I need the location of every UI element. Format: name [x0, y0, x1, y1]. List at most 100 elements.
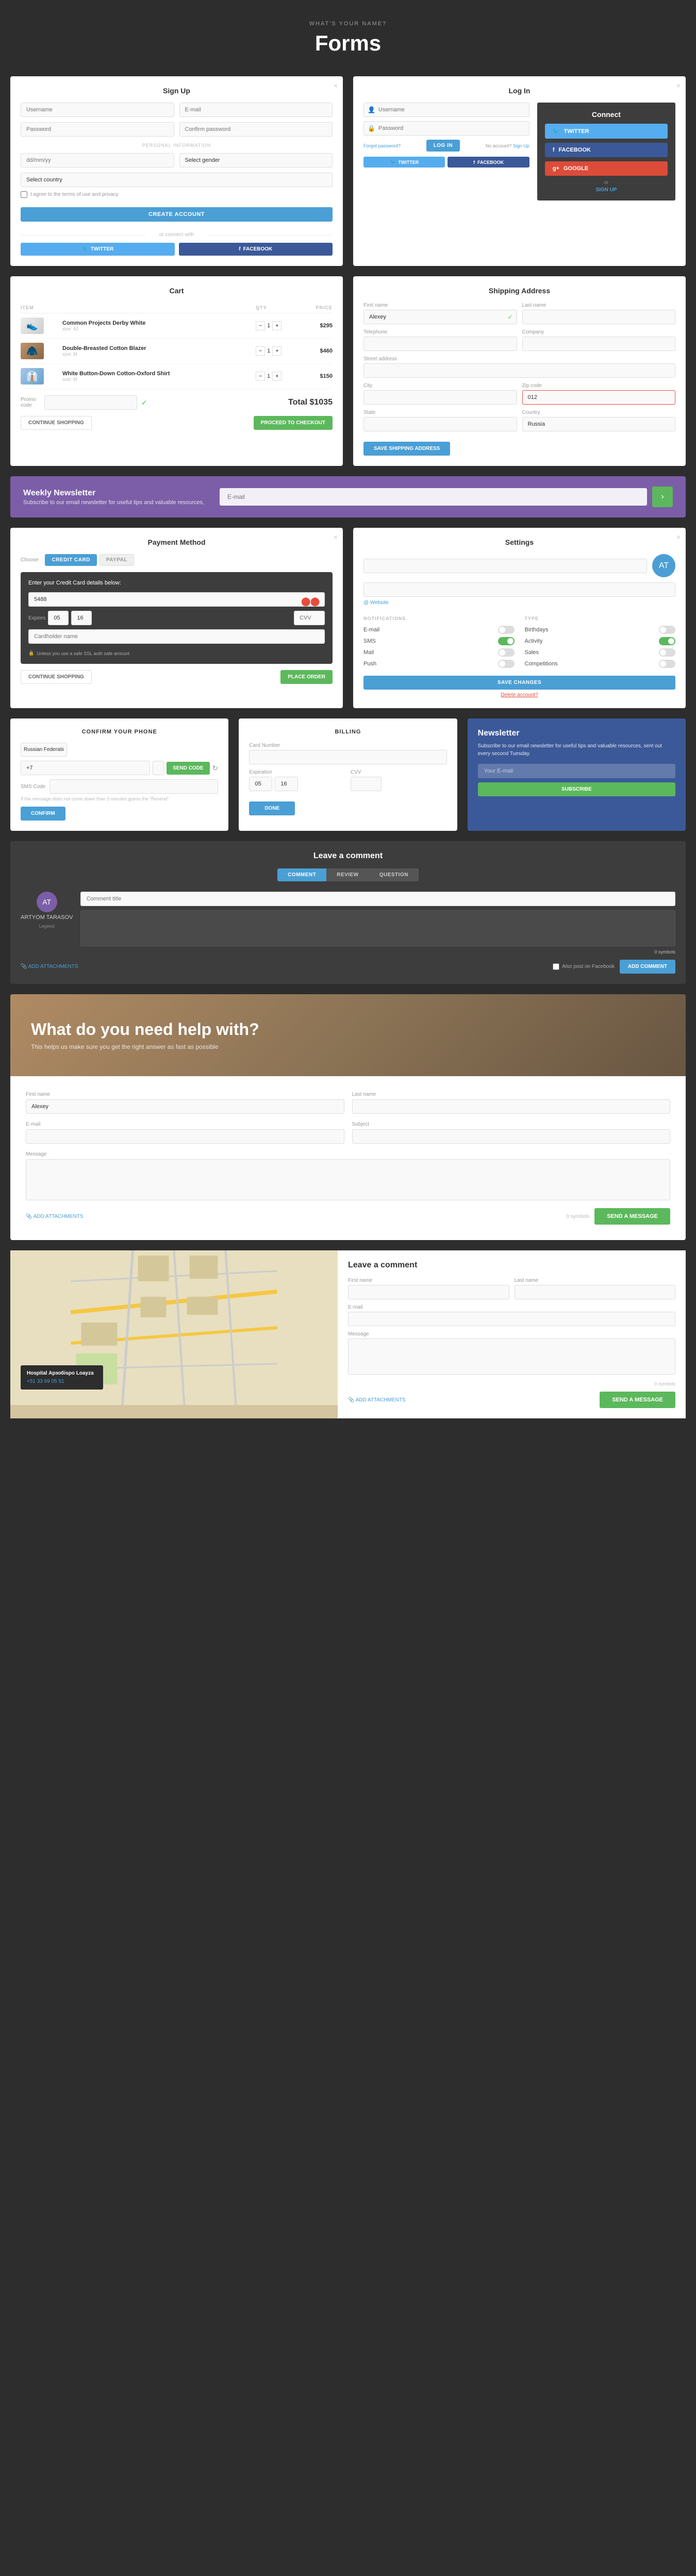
signup-country-select[interactable]: Select country [21, 173, 333, 187]
card-number-input[interactable] [28, 592, 325, 607]
map-attach-link[interactable]: 📎 ADD ATTACHMENTS [348, 1397, 406, 1403]
payment-continue-shopping-button[interactable]: CONTINUE SHOPPING [21, 670, 92, 684]
help-subject-input[interactable] [352, 1129, 671, 1144]
help-message-textarea[interactable] [26, 1159, 670, 1200]
shipping-street-input[interactable] [363, 363, 675, 378]
phone-number-input[interactable] [153, 761, 164, 775]
map-send-button[interactable]: SEND A MESSAGE [600, 1392, 675, 1408]
comment-tab-comment[interactable]: COMMENT [277, 868, 326, 881]
save-shipping-button[interactable]: SAVE SHIPPING ADDRESS [363, 442, 450, 456]
comment-tab-question[interactable]: QUESTION [369, 868, 419, 881]
map-message-textarea[interactable] [348, 1339, 675, 1375]
settings-name-input[interactable] [363, 559, 647, 573]
login-password-input[interactable] [363, 121, 529, 136]
shipping-city-input[interactable] [363, 390, 517, 405]
help-attach-link[interactable]: 📎 ADD ATTACHMENTS [26, 1214, 84, 1219]
help-last-name-input[interactable] [352, 1099, 671, 1114]
also-on-facebook-checkbox[interactable] [553, 963, 559, 970]
expires-month-input[interactable] [48, 611, 69, 625]
type-birthdays-toggle[interactable] [659, 626, 675, 634]
billing-card-number-input[interactable] [249, 750, 446, 764]
login-username-input[interactable] [363, 103, 529, 117]
settings-email-input[interactable] [363, 582, 675, 597]
cart-item-2-qty-minus[interactable]: − [256, 346, 265, 356]
help-email-input[interactable] [26, 1129, 344, 1144]
signup-dob-input[interactable] [21, 153, 174, 168]
notif-sms-toggle[interactable] [498, 637, 515, 645]
connect-signup-link[interactable]: SIGN UP [595, 187, 617, 193]
connect-facebook-button[interactable]: f FACEBOOK [545, 143, 668, 157]
payment-close-icon[interactable]: × [334, 533, 338, 541]
login-twitter-button[interactable]: 🐦 TWITTER [363, 157, 445, 168]
shipping-first-name-input[interactable] [363, 310, 517, 324]
phone-country-code-input[interactable] [21, 761, 150, 775]
cart-item-1-qty-minus[interactable]: − [256, 321, 265, 330]
type-sales-toggle[interactable] [659, 648, 675, 657]
billing-exp-year-input[interactable] [275, 777, 298, 791]
sign-up-link[interactable]: Sign Up [513, 143, 529, 148]
newsletter-banner-email-input[interactable] [220, 488, 647, 506]
settings-close-icon[interactable]: × [676, 533, 681, 541]
shipping-company-input[interactable] [522, 337, 676, 351]
cart-item-2-qty-plus[interactable]: + [272, 346, 281, 356]
confirm-phone-button[interactable]: CONFIRM [21, 807, 65, 821]
newsletter-card-email-input[interactable] [478, 764, 675, 778]
cardholder-input[interactable] [28, 629, 325, 644]
notif-mail-toggle[interactable] [498, 648, 515, 657]
newsletter-banner-submit-button[interactable]: › [652, 487, 673, 507]
continue-shopping-button[interactable]: CONTINUE SHOPPING [21, 416, 92, 430]
shipping-telephone-input[interactable] [363, 337, 517, 351]
signup-confirm-password-input[interactable] [179, 122, 333, 137]
signup-create-account-button[interactable]: CREATE ACCOUNT [21, 207, 333, 222]
cart-item-3-qty-plus[interactable]: + [272, 372, 281, 381]
proceed-checkout-button[interactable]: PROCEED TO CHECKOUT [254, 416, 333, 430]
cart-item-1-qty-plus[interactable]: + [272, 321, 281, 330]
place-order-button[interactable]: PLACE ORDER [280, 670, 333, 684]
forgot-password-link[interactable]: Forgot password? [363, 143, 401, 148]
expires-year-input[interactable] [71, 611, 92, 625]
signup-username-input[interactable] [21, 103, 174, 117]
save-changes-button[interactable]: SAVE CHANGES [363, 676, 675, 690]
shipping-last-name-input[interactable] [522, 310, 676, 324]
cvv-input[interactable] [294, 611, 325, 625]
notif-email-toggle[interactable] [498, 626, 515, 634]
map-first-name-input[interactable] [348, 1285, 509, 1299]
map-email-input[interactable] [348, 1312, 675, 1326]
delete-account-button[interactable]: Delete account? [501, 692, 538, 698]
type-activity-toggle[interactable] [659, 637, 675, 645]
type-competitions-toggle[interactable] [659, 660, 675, 668]
promo-input[interactable] [44, 395, 137, 410]
help-send-button[interactable]: SEND A MESSAGE [594, 1208, 670, 1225]
login-button[interactable]: LOG IN [426, 140, 460, 152]
signup-password-input[interactable] [21, 122, 174, 137]
login-facebook-button[interactable]: f FACEBOOK [448, 157, 529, 168]
login-close-icon[interactable]: × [676, 81, 681, 90]
payment-credit-card-tab[interactable]: CREDIT CARD [45, 554, 96, 566]
shipping-zip-input[interactable] [522, 390, 676, 405]
signup-gender-select[interactable]: Select gender Male Female [179, 153, 333, 168]
signup-close-icon[interactable]: × [334, 81, 338, 90]
phone-refresh-icon[interactable]: ↻ [212, 764, 219, 773]
add-comment-button[interactable]: ADD COMMENT [620, 960, 675, 974]
connect-twitter-button[interactable]: 🐦 TWITTER [545, 124, 668, 139]
cart-item-3-qty-minus[interactable]: − [256, 372, 265, 381]
settings-website-link[interactable]: @ Website [363, 600, 675, 606]
country-select-phone[interactable]: Russian Federation (1) [21, 743, 67, 757]
billing-done-button[interactable]: DONE [249, 801, 295, 815]
comment-tab-review[interactable]: REVIEW [326, 868, 369, 881]
connect-google-button[interactable]: g+ GOOGLE [545, 161, 668, 176]
send-code-button[interactable]: SEND CODE [167, 762, 209, 775]
comment-attach-link[interactable]: 📎 ADD ATTACHMENTS [21, 964, 78, 969]
shipping-country-select[interactable]: Russia [522, 417, 676, 431]
comment-body-textarea[interactable] [80, 910, 675, 946]
notif-push-toggle[interactable] [498, 660, 515, 668]
billing-cvv-input[interactable] [351, 777, 382, 791]
sms-code-input[interactable] [49, 779, 218, 794]
payment-paypal-tab[interactable]: PAYPAL [100, 554, 134, 566]
comment-title-input[interactable] [80, 892, 675, 906]
help-first-name-input[interactable] [26, 1099, 344, 1114]
newsletter-subscribe-button[interactable]: SUBSCRIBE [478, 782, 675, 796]
signup-email-input[interactable] [179, 103, 333, 117]
shipping-state-input[interactable] [363, 417, 517, 431]
signup-facebook-button[interactable]: f FACEBOOK [179, 243, 333, 256]
